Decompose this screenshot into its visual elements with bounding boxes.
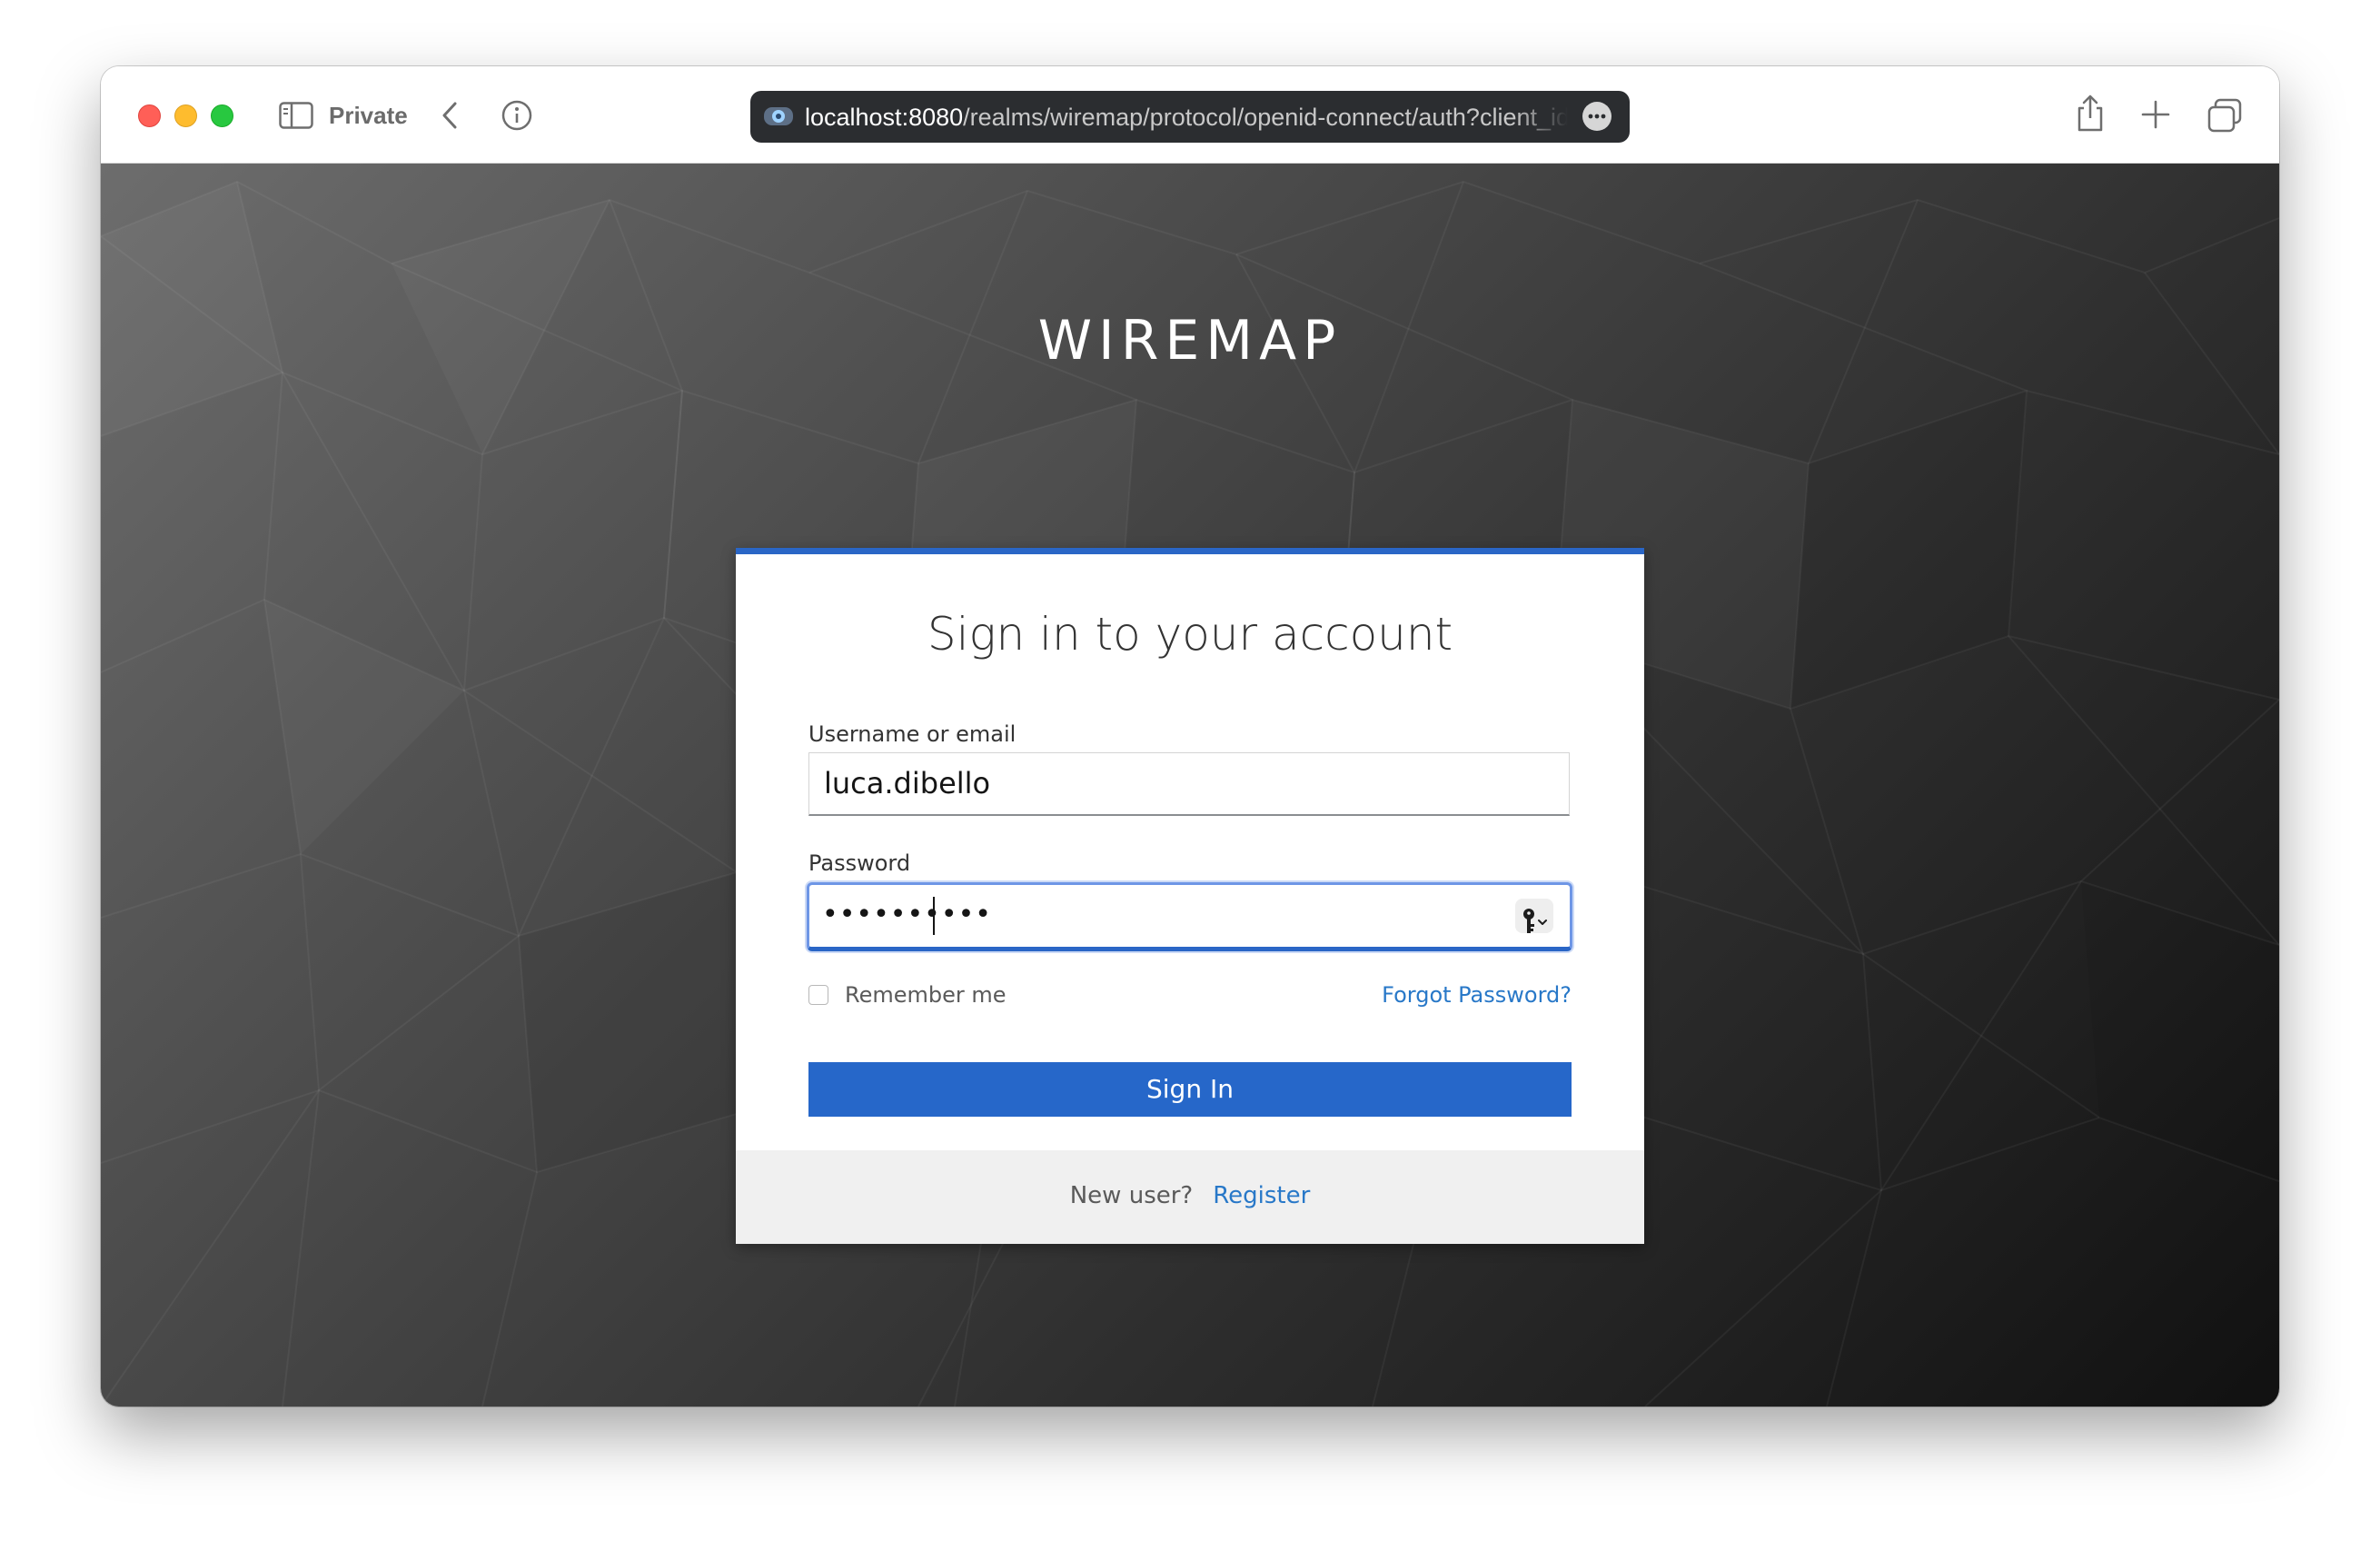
new-tab-icon[interactable] [2140, 99, 2171, 130]
username-field[interactable]: luca.dibello [808, 752, 1570, 816]
text-caret [933, 897, 935, 935]
username-label: Username or email [808, 721, 1016, 747]
password-key-icon[interactable] [1515, 899, 1553, 933]
login-title: Sign in to your account [927, 608, 1453, 661]
site-icon [763, 104, 794, 128]
sign-in-button[interactable]: Sign In [808, 1062, 1572, 1117]
url-path: /realms/wiremap/protocol/openid-connect/… [963, 104, 1568, 131]
more-icon[interactable] [1582, 102, 1611, 131]
password-label: Password [808, 850, 911, 876]
url-text: localhost:8080/realms/wiremap/protocol/o… [805, 102, 1568, 133]
tabs-overview-icon[interactable] [2206, 97, 2243, 134]
browser-toolbar: Private localhost:8080/realms/wiremap/pr… [101, 66, 2279, 164]
remember-me-label[interactable]: Remember me [845, 981, 1007, 1009]
password-field[interactable]: •••••••••• [807, 882, 1572, 951]
share-icon[interactable] [2074, 94, 2107, 134]
login-page: WIREMAP Sign in to your account Username… [101, 164, 2279, 1407]
register-link[interactable]: Register [1213, 1182, 1310, 1209]
browser-window: Private localhost:8080/realms/wiremap/pr… [101, 66, 2279, 1407]
sidebar-icon[interactable] [279, 102, 313, 129]
info-icon[interactable] [501, 99, 533, 132]
private-mode-label: Private [329, 102, 408, 129]
forgot-password-link[interactable]: Forgot Password? [1382, 981, 1572, 1009]
new-user-text: New user? [1069, 1182, 1194, 1209]
minimize-window-button[interactable] [174, 104, 197, 127]
password-dots: •••••••••• [822, 899, 992, 930]
zoom-window-button[interactable] [211, 104, 233, 127]
url-host: localhost:8080 [805, 104, 964, 131]
remember-me-checkbox[interactable] [808, 985, 828, 1005]
back-icon[interactable] [437, 99, 464, 132]
close-window-button[interactable] [138, 104, 161, 127]
brand-title: WIREMAP [1037, 309, 1343, 373]
address-bar[interactable]: localhost:8080/realms/wiremap/protocol/o… [750, 91, 1630, 143]
register-footer: New user? Register [736, 1150, 1644, 1244]
login-card: Sign in to your account Username or emai… [736, 548, 1644, 1244]
